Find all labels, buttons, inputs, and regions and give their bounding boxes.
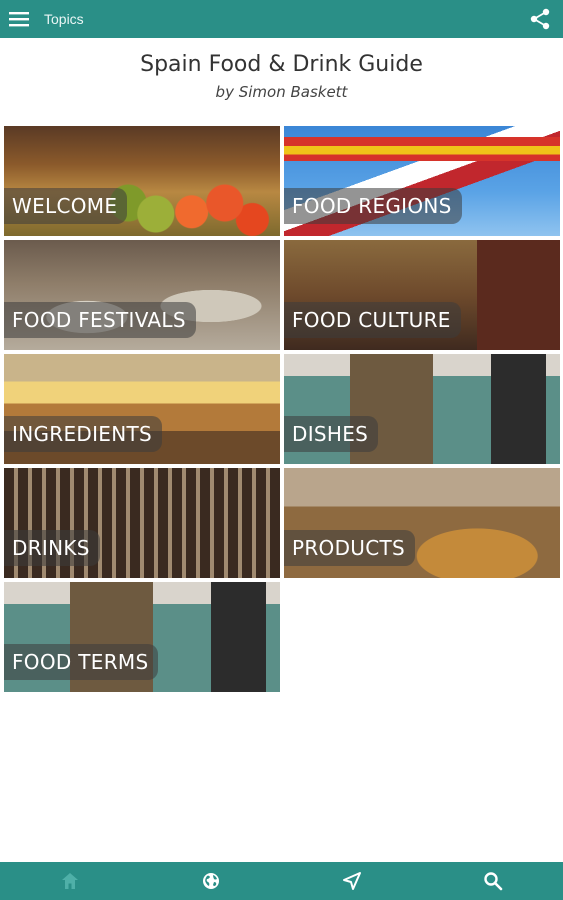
search-button[interactable]: [473, 862, 513, 900]
globe-button[interactable]: [191, 862, 231, 900]
topic-label: FOOD CULTURE: [284, 302, 461, 338]
topic-tile-food-terms[interactable]: FOOD TERMS: [4, 582, 280, 692]
app-bar-title: Topics: [44, 11, 84, 27]
menu-button[interactable]: [0, 0, 38, 38]
topic-tile-food-culture[interactable]: FOOD CULTURE: [284, 240, 560, 350]
top-app-bar: Topics: [0, 0, 563, 38]
topic-label: FOOD FESTIVALS: [4, 302, 196, 338]
share-icon: [530, 8, 550, 30]
topic-label: DISHES: [284, 416, 379, 452]
topic-label: DRINKS: [4, 530, 100, 566]
home-icon: [62, 873, 79, 889]
home-button[interactable]: [50, 862, 90, 900]
topic-label: PRODUCTS: [284, 530, 416, 566]
topic-label: WELCOME: [4, 188, 128, 224]
topic-tile-ingredients[interactable]: INGREDIENTS: [4, 354, 280, 464]
topic-tile-welcome[interactable]: WELCOME: [4, 126, 280, 236]
topic-label: FOOD REGIONS: [284, 188, 462, 224]
topic-tile-products[interactable]: PRODUCTS: [284, 468, 560, 578]
guide-title: Spain Food & Drink Guide: [140, 52, 423, 77]
topic-tile-dishes[interactable]: DISHES: [284, 354, 560, 464]
topic-label: FOOD TERMS: [4, 644, 159, 680]
topic-tile-food-regions[interactable]: FOOD REGIONS: [284, 126, 560, 236]
topic-tile-food-festivals[interactable]: FOOD FESTIVALS: [4, 240, 280, 350]
search-icon: [483, 872, 502, 891]
topic-tile-drinks[interactable]: DRINKS: [4, 468, 280, 578]
guide-header: Spain Food & Drink Guide by Simon Basket…: [0, 52, 563, 101]
navigate-button[interactable]: [332, 862, 372, 900]
share-button[interactable]: [529, 8, 551, 30]
navigation-arrow-icon: [342, 872, 361, 890]
guide-author: by Simon Baskett: [215, 83, 348, 101]
globe-icon: [203, 873, 220, 889]
hamburger-menu-icon: [9, 12, 29, 27]
topic-label: INGREDIENTS: [4, 416, 162, 452]
bottom-navigation-bar: [0, 862, 563, 900]
